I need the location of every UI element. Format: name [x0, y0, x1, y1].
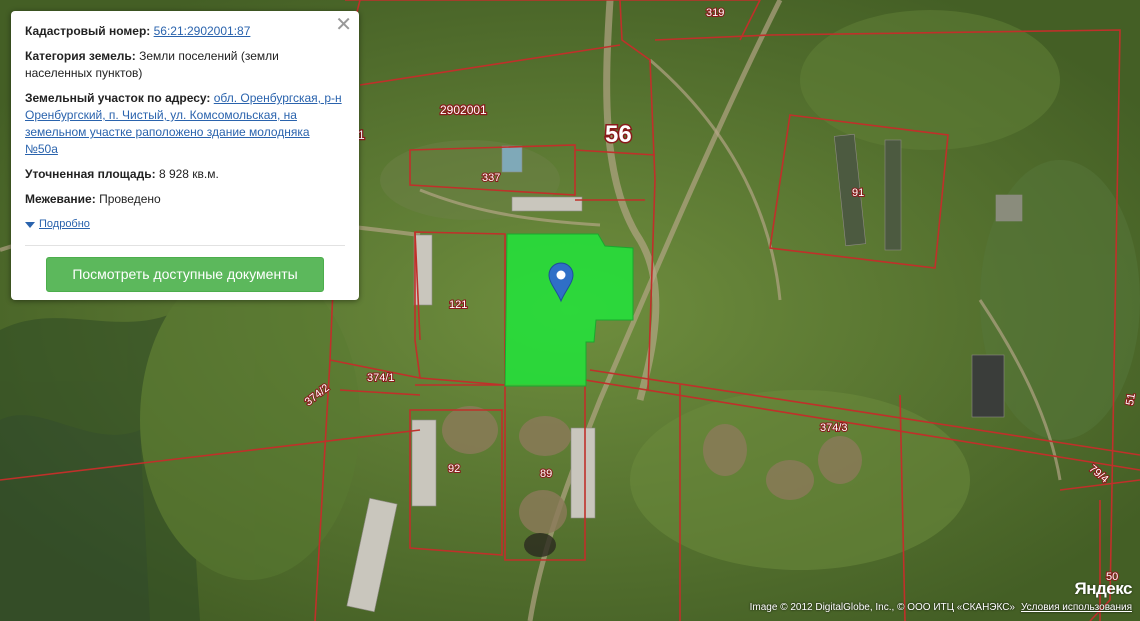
quarter-label: 2902001 [440, 103, 487, 117]
parcel-label-51: 51 [1124, 392, 1138, 406]
details-toggle[interactable]: Подробно [25, 216, 345, 233]
region-label: 56 [605, 121, 632, 148]
cadastral-label: Кадастровый номер: [25, 24, 151, 38]
area-value: 8 928 кв.м. [158, 167, 219, 181]
parcel-label-1: 1 [358, 128, 365, 142]
parcel-info-popup: ✕ Кадастровый номер: 56:21:2902001:87 Ка… [11, 11, 359, 300]
yandex-logo: Яндекс [1074, 579, 1133, 598]
cadastral-row: Кадастровый номер: 56:21:2902001:87 [25, 23, 345, 40]
survey-row: Межевание: Проведено [25, 191, 345, 208]
category-label: Категория земель: [25, 49, 136, 63]
category-row: Категория земель: Земли поселений (земли… [25, 48, 345, 82]
terms-link[interactable]: Условия использования [1021, 602, 1132, 613]
parcel-label-319: 319 [706, 7, 724, 19]
imagery-credit: Image © 2012 DigitalGlobe, Inc., © ООО И… [749, 602, 1015, 613]
close-icon[interactable]: ✕ [335, 15, 352, 35]
divider [25, 245, 345, 246]
address-row: Земельный участок по адресу: обл. Оренбу… [25, 90, 345, 158]
parcel-label-374-3: 374/3 [820, 422, 848, 434]
parcel-label-91: 91 [852, 187, 864, 199]
parcel-label-92: 92 [448, 463, 460, 475]
details-link[interactable]: Подробно [39, 216, 90, 233]
view-documents-button[interactable]: Посмотреть доступные документы [46, 257, 324, 292]
parcel-label-121: 121 [449, 299, 467, 311]
parcel-label-337: 337 [482, 172, 500, 184]
parcel-label-374-1: 374/1 [367, 372, 395, 384]
area-row: Уточненная площадь: 8 928 кв.м. [25, 166, 345, 183]
map-attribution: Image © 2012 DigitalGlobe, Inc., © ООО И… [750, 602, 1132, 613]
survey-value: Проведено [99, 192, 161, 206]
address-label: Земельный участок по адресу: [25, 91, 211, 105]
area-label: Уточненная площадь: [25, 167, 156, 181]
survey-label: Межевание: [25, 192, 96, 206]
parcel-label-89: 89 [540, 468, 552, 480]
triangle-down-icon [25, 221, 35, 228]
cadastral-number-link[interactable]: 56:21:2902001:87 [154, 24, 251, 38]
